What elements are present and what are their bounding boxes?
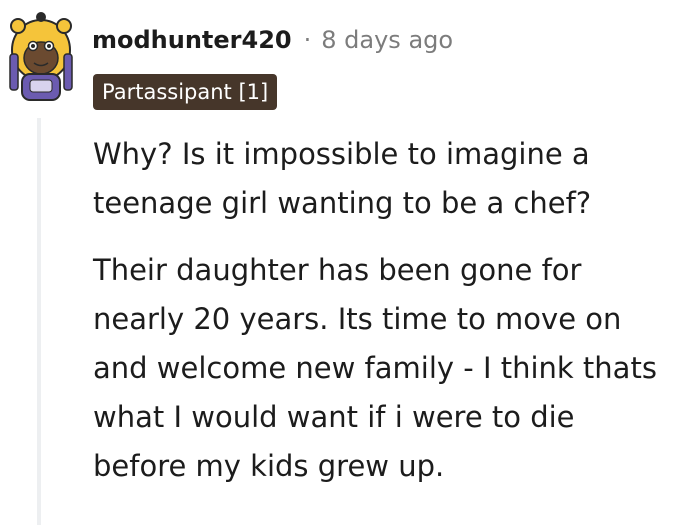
- comment-body: Why? Is it impossible to imagine a teena…: [93, 130, 693, 509]
- avatar-icon: [9, 12, 73, 101]
- comment-text-line: and welcome new family - I think thats: [93, 351, 657, 385]
- comment-header: modhunter420 · 8 days ago: [92, 26, 453, 54]
- comment-text-line: what I would want if i were to die: [93, 400, 575, 434]
- meta-separator: ·: [303, 26, 312, 54]
- author-username[interactable]: modhunter420: [92, 26, 292, 54]
- thread-collapse-line[interactable]: [37, 118, 41, 525]
- comment-text-line: nearly 20 years. Its time to move on: [93, 302, 622, 336]
- user-avatar[interactable]: [8, 8, 74, 104]
- comment-text-line: Why? Is it impossible to imagine a: [93, 137, 590, 171]
- user-flair-badge: Partassipant [1]: [93, 74, 278, 110]
- comment-text-line: Their daughter has been gone for: [93, 253, 582, 287]
- comment-timestamp[interactable]: 8 days ago: [321, 26, 453, 54]
- comment-text-line: before my kids grew up.: [93, 449, 445, 483]
- comment-paragraph: Their daughter has been gone for nearly …: [93, 246, 693, 491]
- comment-text-line: teenage girl wanting to be a chef?: [93, 186, 592, 220]
- comment-paragraph: Why? Is it impossible to imagine a teena…: [93, 130, 693, 228]
